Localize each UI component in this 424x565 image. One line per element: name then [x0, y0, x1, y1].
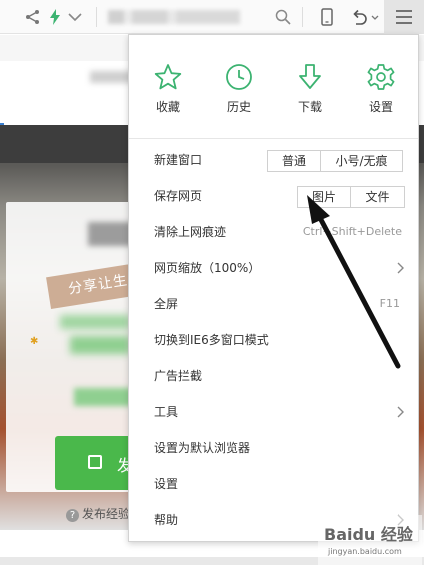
blurred-green-text: [70, 336, 130, 354]
lightning-icon[interactable]: [46, 8, 64, 26]
menu-settings-label: 设置: [154, 477, 179, 491]
undo-icon[interactable]: [350, 8, 368, 26]
menu-icon: [396, 10, 412, 24]
menu-new-window: 新建窗口 普通 小号/无痕: [129, 142, 418, 178]
star-icon: [154, 64, 182, 90]
quick-downloads-label: 下载: [297, 100, 322, 114]
browser-main-menu: 收藏 历史 下载 设置 新建窗口 普通 小号/无痕 保存网页 图片 文件 清除上…: [128, 34, 419, 542]
save-as-image-button[interactable]: 图片: [298, 187, 350, 207]
new-window-normal-button[interactable]: 普通: [268, 151, 320, 171]
mobile-icon[interactable]: [318, 8, 336, 26]
quick-settings-label: 设置: [368, 100, 393, 114]
watermark-logo: Baidu 经验: [324, 525, 413, 544]
menu-save-page-label: 保存网页: [154, 189, 203, 203]
watermark-url: jingyan.baidu.com: [328, 547, 402, 556]
search-icon[interactable]: [274, 8, 292, 26]
blurred-title: [88, 222, 133, 246]
publish-experience-label: 发布经验: [82, 507, 131, 521]
menu-clear-traces[interactable]: 清除上网痕迹 Ctrl+Shift+Delete: [129, 214, 418, 250]
menu-clear-traces-label: 清除上网痕迹: [154, 225, 227, 239]
gear-icon: [367, 64, 395, 90]
menu-tools[interactable]: 工具: [129, 394, 418, 430]
quick-favorites[interactable]: 收藏: [143, 63, 193, 115]
clear-traces-shortcut: Ctrl+Shift+Delete: [302, 225, 402, 238]
blurred-green-text: [74, 388, 132, 406]
address-bar-text[interactable]: [108, 10, 240, 24]
quick-history[interactable]: 历史: [214, 63, 264, 115]
download-arrow-icon: [299, 64, 321, 89]
star-decoration: ✱: [30, 336, 39, 347]
edit-icon: [88, 455, 102, 469]
menu-button[interactable]: [384, 0, 424, 34]
menu-set-default-browser[interactable]: 设置为默认浏览器: [129, 430, 418, 466]
blurred-green-text: [60, 315, 130, 329]
question-icon: ?: [66, 509, 79, 522]
save-page-options: 图片 文件: [297, 186, 405, 208]
chevron-right-icon: [397, 406, 404, 418]
menu-save-page: 保存网页 图片 文件: [129, 178, 418, 214]
menu-ie6-mode-label: 切换到IE6多窗口模式: [154, 333, 269, 347]
clock-icon: [226, 64, 252, 90]
menu-ad-block-label: 广告拦截: [154, 369, 203, 383]
menu-zoom[interactable]: 网页缩放（100%）: [129, 250, 418, 286]
menu-fullscreen[interactable]: 全屏 F11: [129, 286, 418, 322]
menu-ie6-mode[interactable]: 切换到IE6多窗口模式: [129, 322, 418, 358]
menu-help-label: 帮助: [154, 513, 179, 527]
menu-tools-label: 工具: [154, 405, 179, 419]
quick-actions-row: 收藏 历史 下载 设置: [129, 35, 418, 139]
menu-settings[interactable]: 设置: [129, 466, 418, 502]
new-window-options: 普通 小号/无痕: [267, 150, 403, 172]
save-as-file-button[interactable]: 文件: [350, 187, 404, 207]
share-icon[interactable]: [24, 8, 42, 26]
menu-set-default-label: 设置为默认浏览器: [154, 441, 251, 455]
menu-zoom-label: 网页缩放（100%）: [154, 261, 261, 275]
quick-history-label: 历史: [226, 100, 251, 114]
quick-favorites-label: 收藏: [155, 100, 180, 114]
toolbar-divider: [96, 7, 97, 27]
toolbar-divider: [302, 7, 303, 27]
new-window-incognito-button[interactable]: 小号/无痕: [320, 151, 402, 171]
chevron-down-icon[interactable]: [370, 8, 380, 26]
menu-fullscreen-label: 全屏: [154, 297, 179, 311]
chevron-down-icon[interactable]: [66, 8, 84, 26]
quick-downloads[interactable]: 下载: [285, 63, 335, 115]
menu-new-window-label: 新建窗口: [154, 153, 203, 167]
menu-ad-block[interactable]: 广告拦截: [129, 358, 418, 394]
quick-settings[interactable]: 设置: [356, 63, 406, 115]
chevron-right-icon: [397, 262, 404, 274]
publish-experience-link[interactable]: ? 发布经验: [66, 505, 130, 522]
browser-toolbar: [0, 0, 424, 34]
baidu-watermark: Baidu 经验 jingyan.baidu.com: [318, 515, 422, 565]
fullscreen-shortcut: F11: [379, 297, 400, 310]
